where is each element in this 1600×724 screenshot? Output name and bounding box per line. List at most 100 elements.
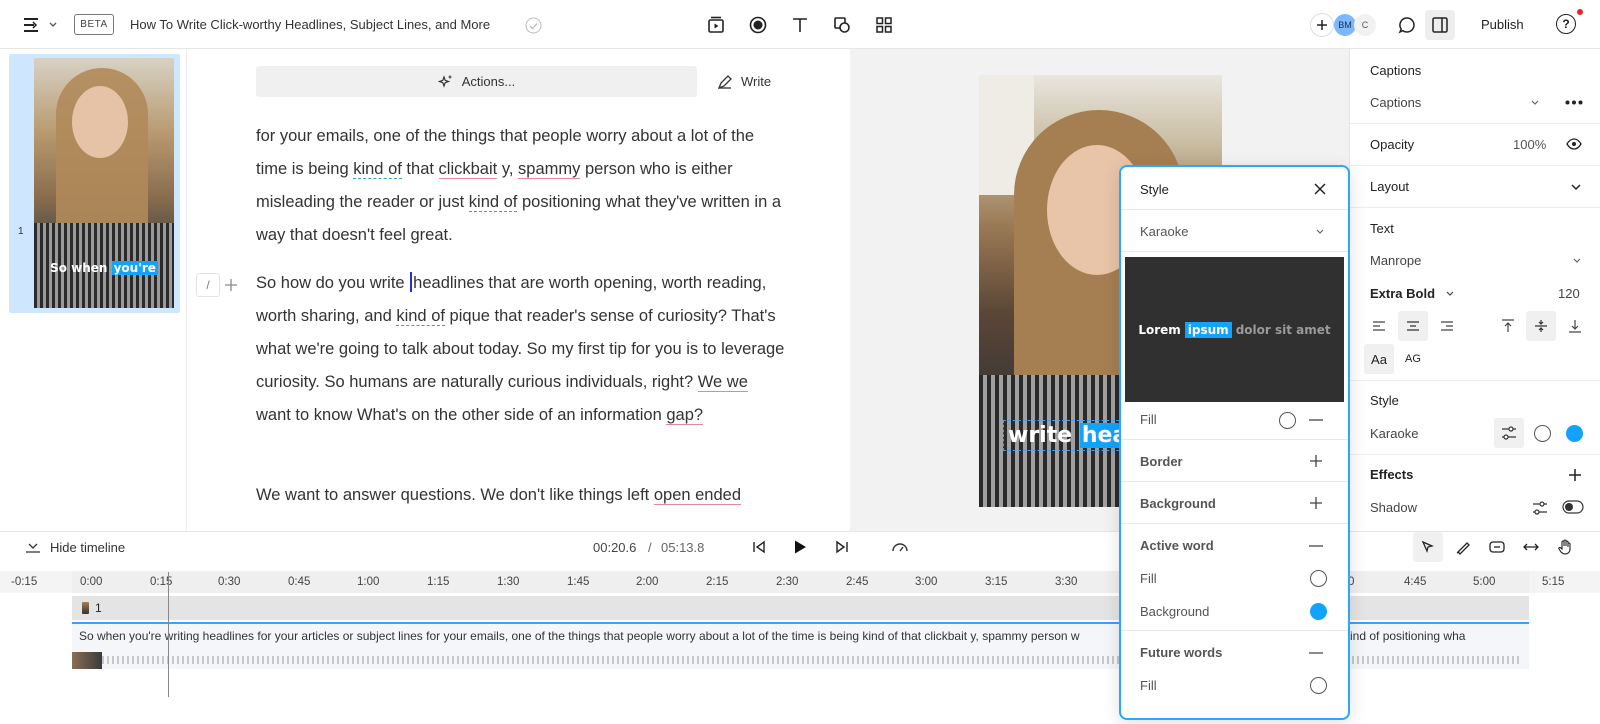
flagged-word[interactable]: gap? xyxy=(666,406,704,425)
time-ruler[interactable]: -0:15 0:00 0:15 0:30 0:45 1:00 1:15 1:30… xyxy=(0,571,1600,593)
comment-icon[interactable] xyxy=(1395,13,1419,37)
remove-icon[interactable] xyxy=(1309,652,1323,654)
clip-transcript-tail: ind of positioning wha xyxy=(1350,629,1466,643)
future-fill-label: Fill xyxy=(1140,678,1157,693)
case-default-button[interactable]: Aa xyxy=(1364,344,1394,374)
speed-icon[interactable] xyxy=(891,539,909,555)
caption-overlay[interactable]: write hea xyxy=(1003,420,1135,451)
track-label: 1 xyxy=(95,601,102,615)
more-icon[interactable] xyxy=(1565,100,1583,105)
shapes-icon[interactable] xyxy=(830,13,854,37)
record-icon[interactable] xyxy=(746,13,770,37)
script-paragraph-1[interactable]: for your emails, one of the things that … xyxy=(256,120,786,252)
font-size-input[interactable]: 120 xyxy=(1558,286,1580,301)
text-label: Text xyxy=(1370,221,1394,236)
help-icon[interactable]: ? xyxy=(1556,14,1576,34)
clip-transcript: So when you're writing headlines for you… xyxy=(79,629,1080,643)
skip-back-icon[interactable] xyxy=(752,540,766,554)
chevron-down-icon[interactable] xyxy=(1445,290,1455,298)
add-effect-icon[interactable] xyxy=(1568,468,1582,482)
write-button[interactable]: Write xyxy=(717,66,771,97)
flagged-word[interactable]: open ended xyxy=(653,486,742,505)
flagged-word[interactable]: clickbait xyxy=(438,160,498,179)
script-paragraph-3[interactable]: We want to answer questions. We don't li… xyxy=(256,479,786,512)
align-center-icon[interactable] xyxy=(1398,311,1428,341)
razor-tool-icon[interactable] xyxy=(1448,532,1478,562)
future-fill-color[interactable] xyxy=(1310,677,1327,694)
timeline: Hide timeline 00:20.6 / 05:13.8 -0:15 0:… xyxy=(0,531,1600,724)
style-select[interactable]: Karaoke xyxy=(1370,426,1418,441)
skip-forward-icon[interactable] xyxy=(835,540,849,554)
hide-timeline-button[interactable]: Hide timeline xyxy=(50,540,125,555)
stretch-tool-icon[interactable] xyxy=(1516,532,1546,562)
opacity-value[interactable]: 100% xyxy=(1513,137,1546,152)
write-label: Write xyxy=(741,74,772,89)
chevron-down-icon[interactable] xyxy=(1530,99,1540,107)
style-color-empty[interactable] xyxy=(1534,425,1551,442)
captions-select[interactable]: Captions xyxy=(1370,95,1421,110)
flagged-word[interactable]: We we xyxy=(697,373,748,392)
script-editor[interactable]: Actions... Write for your emails, one of… xyxy=(187,49,850,531)
grid-icon[interactable] xyxy=(872,13,896,37)
actions-button[interactable]: Actions... xyxy=(256,66,697,97)
active-background-color[interactable] xyxy=(1310,603,1327,620)
style-panel-title: Style xyxy=(1140,182,1169,197)
avatar-bm[interactable]: BM xyxy=(1334,14,1356,36)
panel-toggle-icon[interactable] xyxy=(1425,10,1455,40)
publish-button[interactable]: Publish xyxy=(1481,17,1524,32)
document-title[interactable]: How To Write Click-worthy Headlines, Sub… xyxy=(130,17,490,32)
shadow-settings-icon[interactable] xyxy=(1532,501,1548,515)
add-icon[interactable] xyxy=(224,278,238,292)
weight-select[interactable]: Extra Bold xyxy=(1370,286,1435,301)
playhead[interactable] xyxy=(168,572,169,697)
active-fill-label: Fill xyxy=(1140,571,1157,586)
top-bar: BETA How To Write Click-worthy Headlines… xyxy=(0,0,1600,49)
filler-word[interactable]: kind of xyxy=(468,193,518,212)
clip-tool-icon[interactable] xyxy=(1482,532,1512,562)
close-icon[interactable] xyxy=(1313,182,1327,196)
text-icon[interactable] xyxy=(788,13,812,37)
avatar-c[interactable]: C xyxy=(1354,14,1376,36)
shadow-toggle[interactable] xyxy=(1562,500,1584,514)
filler-word[interactable]: kind of xyxy=(396,307,445,326)
case-upper-button[interactable]: AG xyxy=(1398,344,1428,374)
remove-icon[interactable] xyxy=(1309,545,1323,547)
future-words-label: Future words xyxy=(1140,645,1223,660)
filler-word[interactable]: kind of xyxy=(353,160,402,179)
scene-thumbnail[interactable]: So when you're xyxy=(34,58,174,308)
align-top-icon[interactable] xyxy=(1493,311,1523,341)
ruler-tick: 3:15 xyxy=(985,576,1008,588)
paragraph-tools: / xyxy=(196,273,238,297)
flagged-word[interactable]: spammy xyxy=(518,160,581,179)
remove-icon[interactable] xyxy=(1309,419,1323,421)
layout-label[interactable]: Layout xyxy=(1370,179,1409,194)
active-background-label: Background xyxy=(1140,604,1210,619)
style-settings-icon[interactable] xyxy=(1494,418,1524,448)
style-color-active[interactable] xyxy=(1566,425,1583,442)
active-fill-color[interactable] xyxy=(1310,570,1327,587)
script-paragraph-2[interactable]: So how do you write headlines that are w… xyxy=(256,267,786,432)
eye-icon[interactable] xyxy=(1566,138,1582,150)
add-collaborator-icon[interactable] xyxy=(1310,13,1334,37)
chevron-down-icon[interactable] xyxy=(1572,257,1582,265)
add-background-icon[interactable] xyxy=(1309,496,1323,510)
slash-command-button[interactable]: / xyxy=(196,273,220,297)
align-right-icon[interactable] xyxy=(1432,311,1462,341)
caption-style-panel: Style Karaoke Lorem ipsum dolor sit amet… xyxy=(1119,165,1350,720)
media-icon[interactable] xyxy=(704,13,728,37)
chevron-down-icon[interactable] xyxy=(1315,228,1325,236)
align-bottom-icon[interactable] xyxy=(1560,311,1590,341)
play-icon[interactable] xyxy=(792,539,808,555)
chevron-down-icon[interactable] xyxy=(1570,183,1582,191)
add-border-icon[interactable] xyxy=(1309,454,1323,468)
align-middle-icon[interactable] xyxy=(1526,311,1556,341)
hide-timeline-icon[interactable] xyxy=(25,540,41,554)
align-left-icon[interactable] xyxy=(1364,311,1394,341)
font-select[interactable]: Manrope xyxy=(1370,253,1421,268)
style-preset-select[interactable]: Karaoke xyxy=(1140,224,1188,239)
clip-thumbnail xyxy=(72,652,102,669)
hand-tool-icon[interactable] xyxy=(1550,532,1580,562)
menu-icon[interactable] xyxy=(20,13,60,37)
fill-color[interactable] xyxy=(1279,412,1296,429)
select-tool-icon[interactable] xyxy=(1413,532,1443,562)
